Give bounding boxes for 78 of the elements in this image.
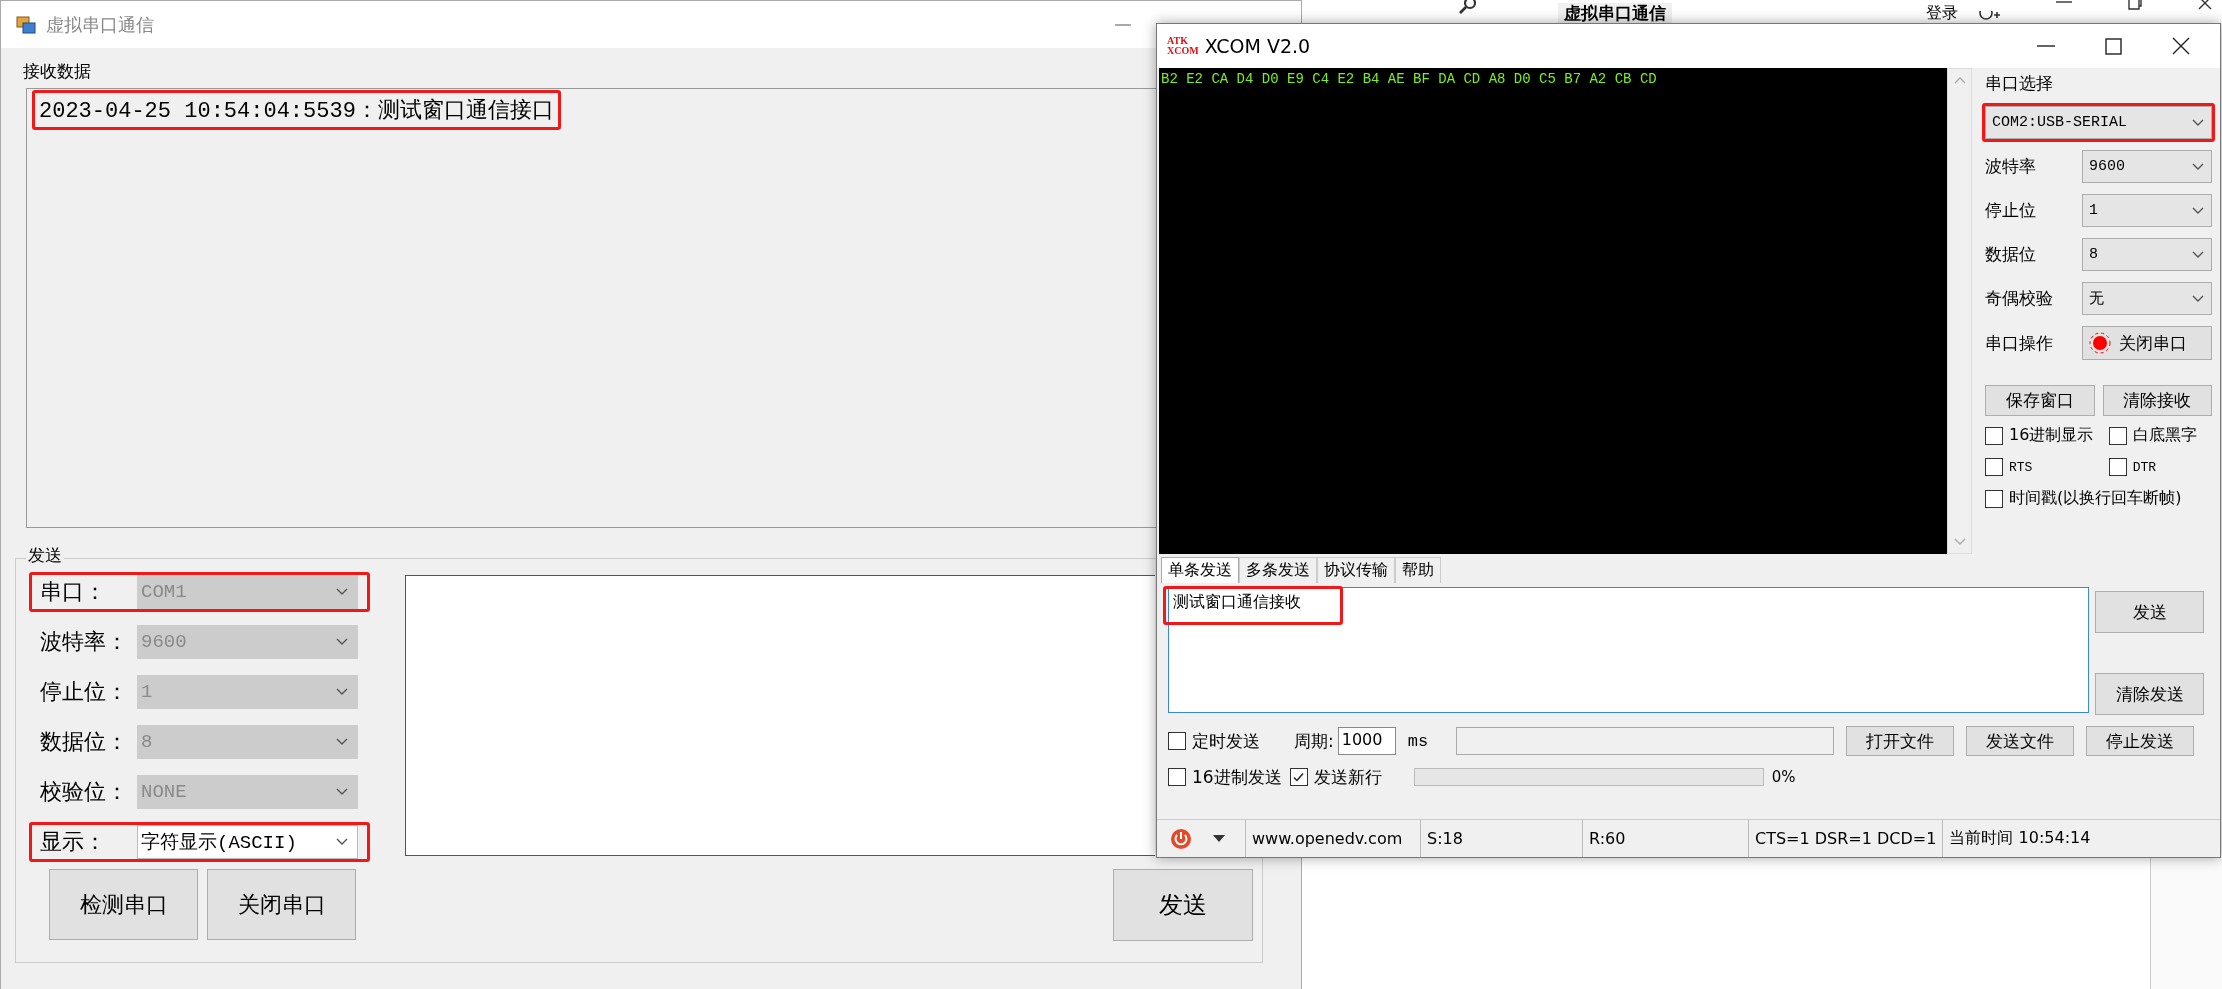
checkbox[interactable]: 发送新行 [1289,765,1382,789]
action-button[interactable]: 发送 [2095,591,2204,633]
field-label: 显示： [39,828,107,856]
chevron-down-icon[interactable] [2191,117,2205,128]
received-text: 2023-04-25 10:54:04:5539：测试窗口通信接口 [39,99,554,124]
close-icon[interactable] [2198,0,2212,10]
search-icon[interactable] [1458,0,1478,14]
chevron-down-icon[interactable] [2191,293,2205,304]
checkbox[interactable]: 16进制显示 [1985,425,2109,446]
dropdown[interactable]: 字符显示(ASCII) [137,825,358,859]
action-button[interactable]: 停止发送 [2086,726,2195,756]
field-label: 串口操作 [1985,331,2053,355]
login-link[interactable]: 登录 [1926,3,1958,23]
dropdown[interactable]: 8 [2082,238,2212,271]
close-port-button[interactable]: 关闭串口 [2082,326,2212,360]
field-label: 串口选择 [1985,72,2054,95]
app-icon [16,15,36,34]
chevron-down-icon[interactable] [2191,205,2205,216]
dropdown[interactable]: 9600 [2082,150,2212,183]
tab[interactable]: 单条发送 [1161,557,1239,583]
power-icon[interactable] [1169,826,1193,851]
action-button[interactable]: 检测串口 [49,869,198,940]
tab[interactable]: 多条发送 [1239,557,1317,583]
record-icon [2087,330,2113,356]
action-button[interactable]: 打开文件 [1846,726,1955,756]
checkbox[interactable]: 白底黑字 [2108,425,2212,446]
add-user-icon[interactable] [1978,11,2000,23]
restore-icon[interactable] [2128,0,2142,10]
field-label: 校验位： [39,778,129,806]
action-button[interactable]: 关闭串口 [207,869,356,940]
window-title: XCOM V2.0 [1204,35,1311,57]
field-label: 数据位： [39,728,129,756]
dropdown-arrow-icon[interactable] [1213,835,1225,842]
app-logo: ATK XCOM [1167,36,1199,56]
field-label: 数据位 [1985,243,2036,266]
received-hex-text: B2 E2 CA D4 D0 E9 C4 E2 B4 AE BF DA CD A8 D0 C5 B7 A2 CB CD [1161,71,1657,87]
progress-reading: 0% [1771,768,1796,786]
status-text: R:60 [1582,820,1748,857]
field-label: 奇偶校验 [1985,287,2053,310]
window-title: 虚拟串口通信 [46,12,154,37]
chevron-down-icon[interactable] [2191,249,2205,260]
tab[interactable]: 协议传输 [1317,557,1395,583]
field-label: 停止位： [39,678,129,706]
send-button[interactable]: 发送 [1113,869,1253,941]
send-text: 测试窗口通信接收 [1173,592,1301,611]
maximize-icon[interactable] [2105,37,2122,55]
dropdown[interactable]: 无 [2082,282,2212,315]
field-label: 停止位 [1985,199,2036,222]
check-icon [1292,770,1306,784]
checkbox[interactable]: RTS [1985,458,2109,476]
checkbox[interactable]: 16进制发送 [1168,765,1282,789]
port-dropdown[interactable]: COM2:USB-SERIAL [1985,106,2212,139]
field-label: 波特率 [1985,155,2036,178]
status-text: 当前时间 10:54:14 [1942,820,2220,857]
field-label: 周期: [1294,729,1334,753]
action-button[interactable]: 发送文件 [1966,726,2075,756]
status-text: CTS=1 DSR=1 DCD=1 [1748,820,1943,857]
close-icon[interactable] [2172,37,2190,55]
group-label: 接收数据 [23,60,91,82]
window-title: 虚拟串口通信 [1558,3,1672,23]
chevron-down-icon[interactable] [335,837,349,847]
field-label: 串口： [39,578,107,606]
dropdown[interactable]: 1 [2082,194,2212,227]
status-text: S:18 [1420,820,1582,857]
field-label: 波特率： [39,628,129,656]
minimize-icon[interactable] [2056,0,2072,4]
action-button[interactable]: 清除发送 [2095,673,2204,715]
action-button[interactable]: 保存窗口 [1985,385,2095,416]
tab[interactable]: 帮助 [1395,557,1441,583]
website-link[interactable]: www.openedv.com [1245,820,1420,857]
unit-label: ms [1407,731,1429,751]
action-button[interactable]: 清除接收 [2102,385,2212,416]
checkbox[interactable]: 时间戳(以换行回车断帧) [1985,488,2212,509]
file-path-field[interactable] [1456,727,1835,755]
period-field[interactable]: 1000 [1337,727,1396,755]
checkbox[interactable]: DTR [2108,458,2212,476]
chevron-down-icon[interactable] [2191,161,2205,172]
checkbox[interactable]: 定时发送 [1168,729,1260,753]
